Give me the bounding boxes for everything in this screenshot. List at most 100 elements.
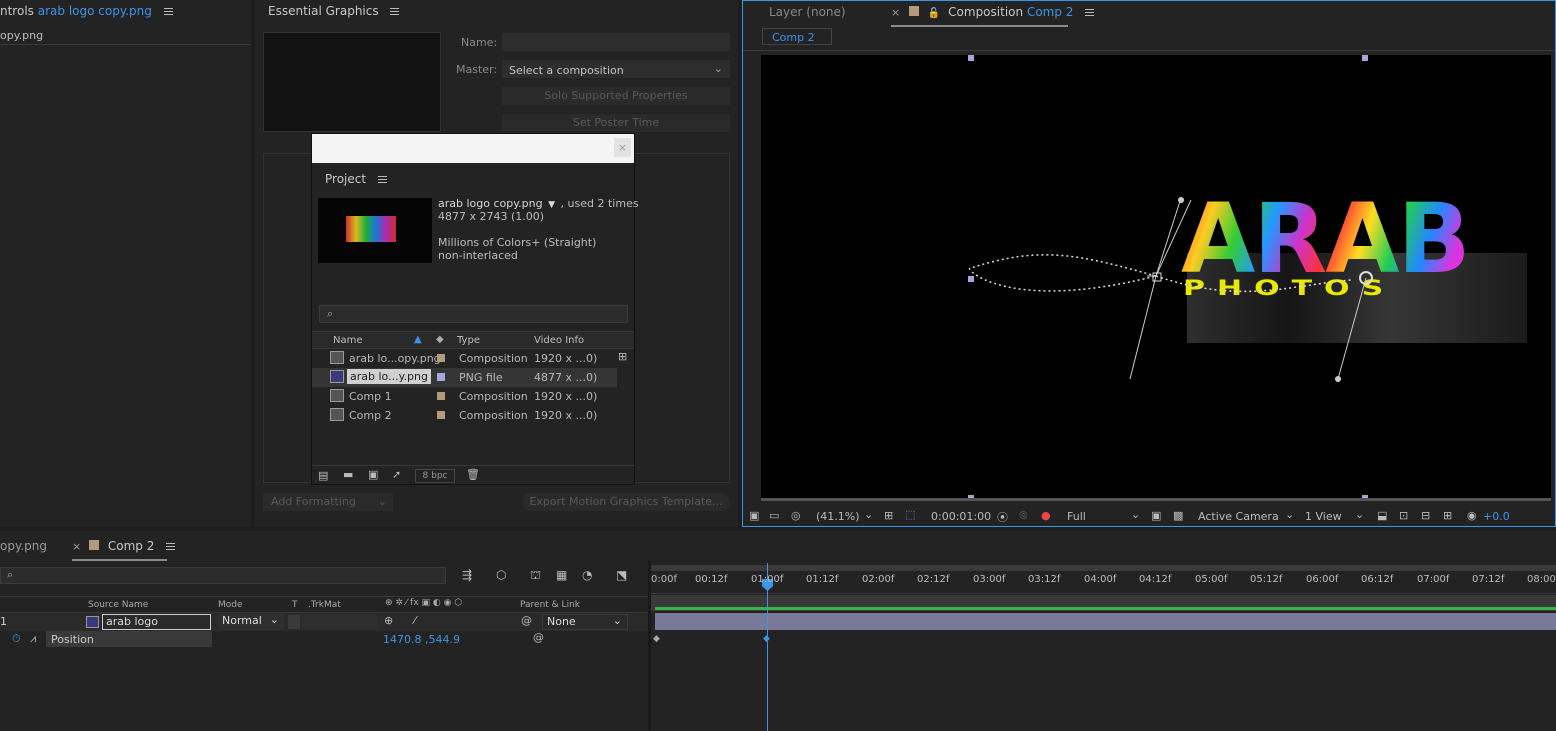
view-layout-select[interactable]: 1 View <box>1305 510 1342 523</box>
camera-select[interactable]: Active Camera <box>1198 510 1279 523</box>
caret-down-icon[interactable]: ▼ <box>548 200 555 210</box>
new-composition-icon[interactable]: ▣ <box>368 468 378 481</box>
comp-mini-flowchart-icon[interactable]: ⇶ <box>462 568 472 582</box>
project-window-titlebar[interactable]: × <box>312 134 634 163</box>
essential-graphics-header[interactable]: Essential Graphics <box>268 4 400 26</box>
keyframe-icon[interactable]: ◆ <box>653 634 660 644</box>
current-time[interactable]: 0:00:01:00 <box>931 510 991 523</box>
set-poster-time-button[interactable]: Set Poster Time <box>502 114 730 132</box>
column-type[interactable]: Type <box>457 335 480 346</box>
name-field[interactable] <box>502 33 730 51</box>
layer-tab[interactable]: Layer (none) <box>769 5 846 27</box>
timeline-tab-inactive[interactable]: opy.png <box>0 539 47 561</box>
solo-supported-properties-button[interactable]: Solo Supported Properties <box>502 87 730 105</box>
panel-menu-icon[interactable] <box>377 176 387 183</box>
timeline-tab-active[interactable]: × Comp 2 <box>72 539 176 561</box>
toggle-transparency-icon[interactable]: ▩ <box>1173 509 1183 522</box>
shy-layers-icon[interactable]: ⛫ <box>530 568 541 584</box>
column-trkmat[interactable]: .TrkMat <box>308 600 341 610</box>
transform-handle[interactable] <box>1362 55 1368 61</box>
transform-handle[interactable] <box>968 55 974 61</box>
timeline-separator[interactable] <box>648 561 651 731</box>
flowchart-icon[interactable]: ⊞ <box>1443 509 1452 522</box>
work-area-bar[interactable] <box>651 565 1556 571</box>
motion-path[interactable] <box>761 55 1551 498</box>
monitor-icon[interactable]: ▭ <box>769 509 779 522</box>
column-t[interactable]: T <box>292 600 298 610</box>
reset-exposure-icon[interactable]: ◉ <box>1467 509 1477 522</box>
mode-select[interactable]: Normal ⌄ <box>218 613 284 630</box>
expression-pickwhip-icon[interactable]: @ <box>533 631 544 644</box>
lock-icon[interactable]: 🔓 <box>928 8 940 19</box>
comp-breadcrumb[interactable]: Comp 2 <box>762 28 832 45</box>
project-item-row-selected[interactable]: arab lo...y.png PNG file 4877 x ...0) <box>312 368 617 387</box>
column-source-name[interactable]: Source Name <box>88 600 148 610</box>
add-formatting-select[interactable]: Add Formatting ⌄ <box>263 493 393 511</box>
panel-menu-icon[interactable] <box>1085 9 1095 16</box>
column-video-info[interactable]: Video Info <box>534 335 584 346</box>
composition-canvas[interactable]: ARAB PHOTOS <box>761 55 1551 498</box>
flowchart-icon[interactable]: ⊞ <box>618 350 627 363</box>
fast-previews-toggle-icon[interactable]: ⊡ <box>1399 509 1408 522</box>
column-parent-link[interactable]: Parent & Link <box>520 600 580 610</box>
graph-icon[interactable]: ⩘ <box>30 632 36 646</box>
pick-whip-icon[interactable]: @ <box>521 614 532 627</box>
exposure-value[interactable]: +0.0 <box>1483 510 1510 523</box>
composition-tab[interactable]: × 🔓 Composition Comp 2 <box>891 5 1095 27</box>
switches-icons[interactable]: ⊕ ✲ ⁄ fx ▣ ◐ ◉ ⬡ <box>385 598 462 608</box>
anchor-point-icon[interactable] <box>1359 271 1373 285</box>
label-tag-icon[interactable]: ◆ <box>436 334 444 345</box>
stopwatch-icon[interactable]: ⏱ <box>12 632 21 646</box>
parent-select[interactable]: None ⌄ <box>542 614 628 630</box>
trkmat-empty[interactable] <box>302 615 377 629</box>
adobe-media-encoder-icon[interactable]: ➚ <box>392 468 401 481</box>
mask-visibility-icon[interactable]: ◎ <box>791 509 801 522</box>
column-mode[interactable]: Mode <box>218 600 243 610</box>
layer-duration-bar[interactable] <box>655 613 1556 630</box>
timeline-search-input[interactable]: ⌕ <box>0 567 446 584</box>
motion-blur-icon[interactable]: ◔ <box>582 568 592 582</box>
toggle-pixel-aspect-icon[interactable]: ⬓ <box>1377 509 1387 522</box>
close-icon[interactable]: × <box>891 6 900 19</box>
quality-switch-icon[interactable]: ⁄ <box>414 614 416 627</box>
graph-editor-icon[interactable]: ⬔ <box>616 568 627 582</box>
transform-handle[interactable] <box>968 276 974 282</box>
transparency-grid-icon[interactable]: ⬚ <box>905 508 915 521</box>
new-folder-icon[interactable]: ▬ <box>343 468 353 481</box>
zoom-select[interactable]: (41.1%) <box>816 510 860 523</box>
close-icon[interactable]: × <box>614 138 631 157</box>
layer-row[interactable]: 1 arab logo copy.png Normal ⌄ ⊕ ⁄ @ None… <box>0 613 648 641</box>
channel-icon[interactable]: ● <box>1041 509 1051 522</box>
column-name[interactable]: Name <box>333 335 363 346</box>
panel-menu-icon[interactable] <box>166 543 176 550</box>
master-select[interactable]: Select a composition ⌄ <box>502 60 730 78</box>
fast-previews-icon[interactable]: ▣ <box>1151 509 1161 522</box>
project-item-row[interactable]: Comp 1 Composition 1920 x ...0) <box>312 387 617 406</box>
panel-menu-icon[interactable] <box>390 8 400 15</box>
layer-name-field[interactable]: arab logo copy.png <box>102 614 211 641</box>
snapshot-icon[interactable]: ⦿ <box>997 509 1008 525</box>
project-header[interactable]: Project <box>325 172 387 194</box>
project-search-input[interactable]: ⌕ <box>319 305 628 323</box>
panel-menu-icon[interactable] <box>163 8 173 15</box>
position-value[interactable]: 1470.8 ,544.9 <box>383 633 460 646</box>
timeline-icon[interactable]: ⊟ <box>1421 509 1430 522</box>
trash-icon[interactable]: 🗑 <box>466 468 480 481</box>
project-item-row[interactable]: Comp 2 Composition 1920 x ...0) <box>312 406 617 425</box>
collapse-switch-icon[interactable]: ⊕ <box>384 614 393 627</box>
resolution-select[interactable]: Full <box>1067 510 1086 523</box>
show-snapshot-icon[interactable]: ⦾ <box>1019 509 1028 523</box>
export-motion-graphics-template-button[interactable]: Export Motion Graphics Template... <box>522 493 730 511</box>
position-property-row[interactable]: ⏱ ⩘ Position 1470.8 ,544.9 @ <box>0 631 648 648</box>
frame-blending-icon[interactable]: ▦ <box>556 568 567 582</box>
draft-3d-icon[interactable]: ⬡ <box>496 568 506 582</box>
bit-depth-button[interactable]: 8 bpc <box>415 469 455 483</box>
effect-controls-header[interactable]: ntrols arab logo copy.png <box>0 4 173 26</box>
interpret-footage-icon[interactable]: ▤ <box>318 469 328 482</box>
region-of-interest-icon[interactable]: ⊞ <box>884 509 893 522</box>
comp-scrollbar[interactable] <box>761 498 1551 501</box>
effect-controls-layer-link[interactable]: arab logo copy.png <box>38 4 152 18</box>
close-icon[interactable]: × <box>72 540 81 553</box>
project-item-row[interactable]: arab lo...opy.png Composition 1920 x ...… <box>312 349 617 368</box>
always-preview-icon[interactable]: ▣ <box>749 509 759 522</box>
